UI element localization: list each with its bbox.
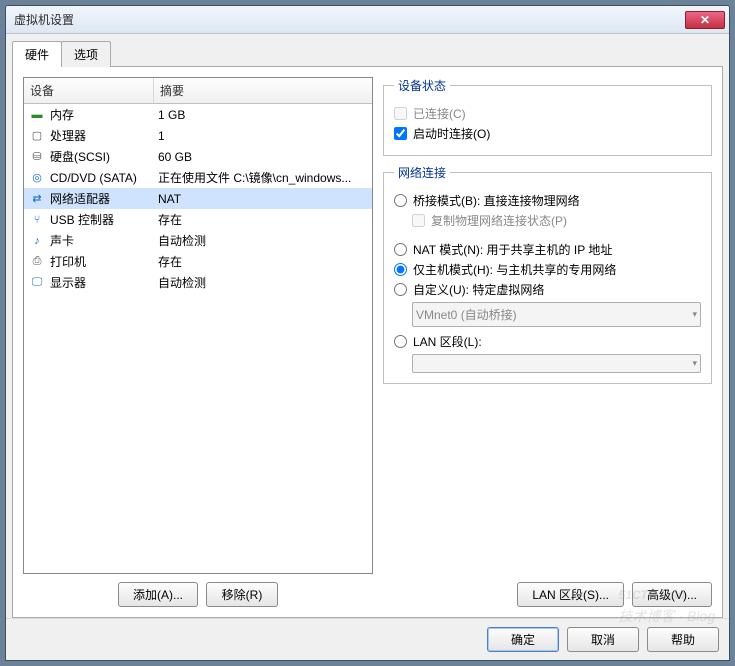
device-row[interactable]: ◎ CD/DVD (SATA)正在使用文件 C:\镜像\cn_windows...	[24, 167, 372, 188]
title-bar[interactable]: 虚拟机设置 ✕	[6, 6, 729, 34]
window-title: 虚拟机设置	[14, 11, 685, 28]
remove-button[interactable]: 移除(R)	[206, 582, 278, 607]
close-button[interactable]: ✕	[685, 11, 725, 29]
device-icon: ⛁	[28, 149, 46, 165]
tab-hardware[interactable]: 硬件	[12, 41, 62, 67]
device-summary: NAT	[158, 192, 368, 206]
cancel-button[interactable]: 取消	[567, 627, 639, 652]
chevron-down-icon: ▾	[692, 309, 697, 320]
device-status-legend: 设备状态	[394, 77, 450, 94]
replicate-label: 复制物理网络连接状态(P)	[431, 212, 567, 229]
lan-segments-button[interactable]: LAN 区段(S)...	[517, 582, 624, 607]
device-name: 处理器	[50, 127, 158, 144]
nat-label: NAT 模式(N): 用于共享主机的 IP 地址	[413, 241, 612, 258]
device-table: 设备 摘要 ▬内存1 GB▢处理器1⛁硬盘(SCSI)60 GB◎CD/DVD …	[23, 77, 373, 574]
nat-radio[interactable]	[394, 243, 407, 256]
header-summary[interactable]: 摘要	[154, 78, 372, 103]
ok-button[interactable]: 确定	[487, 627, 559, 652]
device-icon: ▬	[28, 107, 46, 123]
add-button[interactable]: 添加(A)...	[118, 582, 198, 607]
device-summary: 1 GB	[158, 108, 368, 122]
device-status-group: 设备状态 已连接(C) 启动时连接(O)	[383, 77, 712, 156]
device-icon: ⎙	[28, 254, 46, 270]
advanced-button[interactable]: 高级(V)...	[632, 582, 712, 607]
bridged-radio[interactable]	[394, 194, 407, 207]
network-connection-group: 网络连接 桥接模式(B): 直接连接物理网络 复制物理网络连接状态(P) NAT…	[383, 164, 712, 384]
connected-checkbox[interactable]	[394, 107, 407, 120]
hostonly-label: 仅主机模式(H): 与主机共享的专用网络	[413, 261, 616, 278]
bridged-label: 桥接模式(B): 直接连接物理网络	[413, 192, 580, 209]
chevron-down-icon: ▾	[692, 358, 697, 369]
device-icon: ◎	[28, 170, 46, 186]
custom-label: 自定义(U): 特定虚拟网络	[413, 281, 544, 298]
tab-options[interactable]: 选项	[61, 41, 111, 67]
header-device[interactable]: 设备	[24, 78, 154, 103]
lan-segment-label: LAN 区段(L):	[413, 333, 482, 350]
device-summary: 存在	[158, 253, 368, 270]
device-row[interactable]: ⇄网络适配器NAT	[24, 188, 372, 209]
device-row[interactable]: ⑂USB 控制器存在	[24, 209, 372, 230]
device-row[interactable]: ⎙打印机存在	[24, 251, 372, 272]
custom-network-select: VMnet0 (自动桥接) ▾	[412, 302, 701, 327]
device-table-header: 设备 摘要	[24, 78, 372, 104]
device-summary: 60 GB	[158, 150, 368, 164]
custom-radio[interactable]	[394, 283, 407, 296]
replicate-checkbox[interactable]	[412, 214, 425, 227]
device-summary: 自动检测	[158, 232, 368, 249]
lan-segment-radio[interactable]	[394, 335, 407, 348]
device-name: 硬盘(SCSI)	[50, 148, 158, 165]
lan-segment-select: ▾	[412, 354, 701, 373]
device-name: 声卡	[50, 232, 158, 249]
close-icon: ✕	[700, 13, 710, 27]
device-summary: 存在	[158, 211, 368, 228]
device-summary: 自动检测	[158, 274, 368, 291]
device-row[interactable]: ♪声卡自动检测	[24, 230, 372, 251]
custom-network-value: VMnet0 (自动桥接)	[416, 306, 517, 323]
device-icon: ▢	[28, 128, 46, 144]
device-icon: 🖵	[28, 275, 46, 291]
connected-label: 已连接(C)	[413, 105, 466, 122]
device-row[interactable]: 🖵显示器自动检测	[24, 272, 372, 293]
device-name: 内存	[50, 106, 158, 123]
device-row[interactable]: ⛁硬盘(SCSI)60 GB	[24, 146, 372, 167]
device-name: CD/DVD (SATA)	[50, 171, 158, 185]
device-name: 打印机	[50, 253, 158, 270]
device-summary: 正在使用文件 C:\镜像\cn_windows...	[158, 169, 368, 186]
network-connection-legend: 网络连接	[394, 164, 450, 181]
device-name: 网络适配器	[50, 190, 158, 207]
tab-strip: 硬件 选项	[12, 40, 723, 66]
hostonly-radio[interactable]	[394, 263, 407, 276]
device-row[interactable]: ▬内存1 GB	[24, 104, 372, 125]
device-icon: ⑂	[28, 212, 46, 228]
connect-at-power-label: 启动时连接(O)	[413, 125, 490, 142]
device-name: 显示器	[50, 274, 158, 291]
help-button[interactable]: 帮助	[647, 627, 719, 652]
connect-at-power-checkbox[interactable]	[394, 127, 407, 140]
device-icon: ♪	[28, 233, 46, 249]
device-row[interactable]: ▢处理器1	[24, 125, 372, 146]
device-summary: 1	[158, 129, 368, 143]
device-name: USB 控制器	[50, 211, 158, 228]
device-icon: ⇄	[28, 191, 46, 207]
